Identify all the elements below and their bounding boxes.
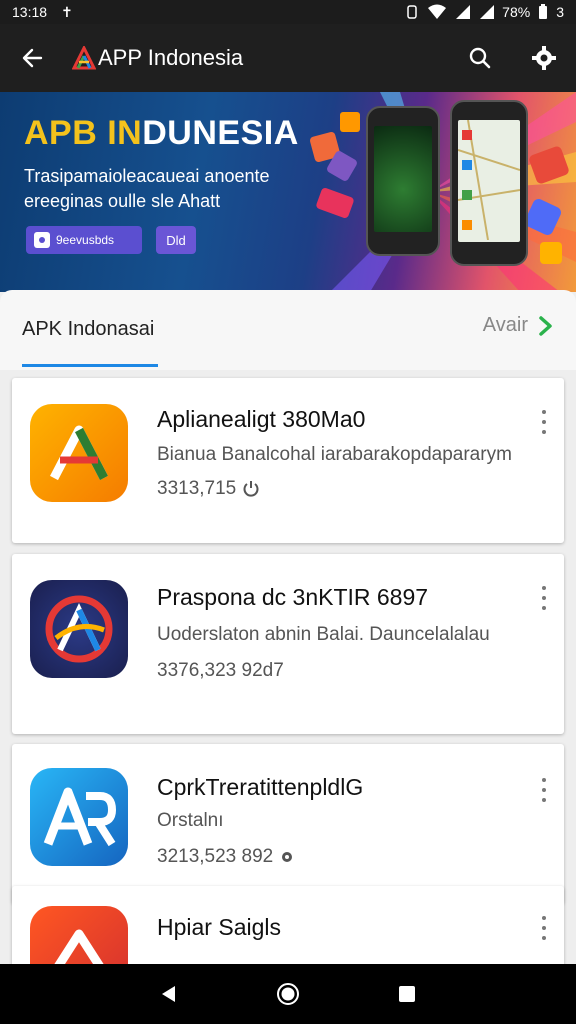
signal-2-icon xyxy=(480,5,495,19)
app-bar: APP Indonesia xyxy=(0,24,576,92)
more-options-icon[interactable] xyxy=(538,916,550,940)
nav-home-button[interactable] xyxy=(268,974,308,1014)
app-name: Hpiar Saigls xyxy=(157,914,281,940)
app-meta: 3213,523 892 xyxy=(157,846,295,868)
app-name: Aplianealigt 380Ma0 xyxy=(157,406,366,432)
app-meta-text: 3313,715 xyxy=(157,478,237,499)
app-card[interactable]: CprkTreratittenpldlG Orstalnı 3213,523 8… xyxy=(12,744,564,904)
nav-recents-icon xyxy=(398,986,415,1002)
settings-button[interactable] xyxy=(512,24,576,92)
nav-back-icon xyxy=(162,986,176,1002)
app-card[interactable]: Hpiar Saigls xyxy=(12,886,564,1004)
search-button[interactable] xyxy=(448,24,512,92)
app-meta-text: 3376,323 92d7 xyxy=(157,660,284,681)
app-description: Uoderslaton abnin Balai. Dauncelalalau xyxy=(157,624,490,645)
settings-small-icon xyxy=(282,852,293,862)
camera-icon xyxy=(34,232,50,248)
app-card[interactable]: Praspona dc 3nKTIR 6897 Uoderslaton abni… xyxy=(12,554,564,734)
banner-primary-label: 9eevusbds xyxy=(56,233,115,247)
app-logo-icon xyxy=(72,46,96,70)
app-icon xyxy=(30,404,128,502)
battery-icon xyxy=(539,4,548,19)
app-icon xyxy=(30,580,128,678)
app-name: CprkTreratittenpldlG xyxy=(157,774,364,800)
nav-home-icon xyxy=(276,983,299,1005)
phone-illustration-1 xyxy=(366,106,440,256)
section-title[interactable]: APK Indonasai xyxy=(22,318,154,341)
signal-icon xyxy=(456,5,471,19)
status-bar: 13:18 ✝ 78% 3 xyxy=(0,0,576,24)
banner-primary-button[interactable]: 9eevusbds xyxy=(26,226,142,254)
phone-illustration-2 xyxy=(450,100,528,266)
more-options-icon[interactable] xyxy=(538,410,550,434)
see-all-label: Avair xyxy=(482,314,528,336)
power-icon xyxy=(243,481,259,497)
section-header: APK Indonasai Avair xyxy=(0,290,576,370)
more-options-icon[interactable] xyxy=(538,586,550,610)
app-meta: 3313,715 xyxy=(157,478,260,500)
vibrate-icon xyxy=(407,5,417,19)
promo-banner[interactable]: APB INDUNESIA Trasipamaioleacaueai anoen… xyxy=(0,92,576,292)
notification-icon: ✝ xyxy=(61,3,73,20)
more-options-icon[interactable] xyxy=(538,778,550,802)
nav-back-button[interactable] xyxy=(149,974,189,1014)
banner-title: APB INDUNESIA xyxy=(24,114,299,153)
system-nav-bar xyxy=(0,964,576,1024)
app-card[interactable]: Aplianealigt 380Ma0 Bianua Banalcohal ia… xyxy=(12,378,564,543)
app-description: Bianua Banalcohal iarabarakopdapararym xyxy=(157,444,512,465)
app-title: APP Indonesia xyxy=(98,45,244,70)
banner-title-part1: APB IN xyxy=(24,114,143,152)
wifi-icon xyxy=(428,4,447,19)
app-meta: 3376,323 92d7 xyxy=(157,660,284,682)
battery-percent: 78% xyxy=(502,4,531,20)
banner-secondary-button[interactable]: Dld xyxy=(156,226,196,254)
section-tab-indicator xyxy=(22,364,158,367)
app-name: Praspona dc 3nKTIR 6897 xyxy=(157,584,429,610)
status-time: 13:18 xyxy=(12,4,48,20)
see-all-link[interactable]: Avair xyxy=(483,314,554,337)
app-meta-text: 3213,523 892 xyxy=(157,846,274,867)
banner-secondary-label: Dld xyxy=(166,232,186,248)
app-description: Orstalnı xyxy=(157,810,224,831)
status-extra: 3 xyxy=(556,4,564,20)
app-title-group: APP Indonesia xyxy=(64,45,243,71)
gear-icon xyxy=(532,46,556,70)
chevron-right-icon xyxy=(539,315,552,336)
banner-title-part2: DUNESIA xyxy=(142,114,299,152)
banner-subtitle: Trasipamaioleacaueai anoente ereeginas o… xyxy=(24,166,270,211)
nav-recents-button[interactable] xyxy=(387,974,427,1014)
search-icon xyxy=(469,47,491,69)
app-icon xyxy=(30,768,128,866)
arrow-back-icon xyxy=(22,48,43,68)
back-button[interactable] xyxy=(0,24,64,92)
